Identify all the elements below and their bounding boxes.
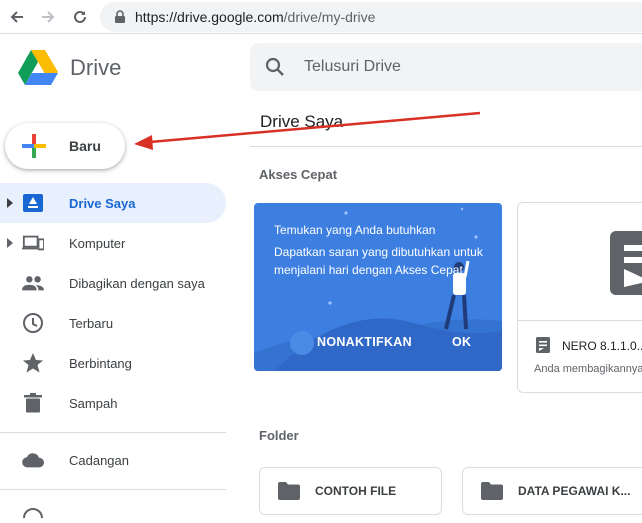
cloud-icon — [22, 449, 44, 471]
reload-icon[interactable] — [69, 6, 91, 28]
quick-access-file-card[interactable]: NERO 8.1.1.0... Anda membagikannya — [517, 202, 642, 393]
promo-title: Temukan yang Anda butuhkan — [274, 223, 436, 237]
shared-icon — [22, 272, 44, 294]
browser-toolbar: https://drive.google.com/drive/my-drive — [0, 0, 642, 34]
caret-right-icon[interactable] — [6, 198, 14, 208]
sidebar-item-computers[interactable]: Komputer — [0, 223, 226, 263]
sidebar-item-label: Komputer — [69, 235, 126, 251]
folder-name: CONTOH FILE — [315, 484, 397, 498]
file-name: NERO 8.1.1.0... — [562, 339, 642, 353]
title-divider — [250, 146, 642, 147]
folder-item[interactable]: CONTOH FILE — [259, 467, 442, 515]
search-bar[interactable]: Telusuri Drive — [250, 43, 642, 91]
search-icon[interactable] — [264, 56, 286, 78]
folder-name: DATA PEGAWAI K... — [518, 484, 631, 498]
plus-icon — [22, 134, 46, 158]
folder-icon — [278, 482, 300, 500]
sidebar-item-recent[interactable]: Terbaru — [0, 303, 226, 343]
sidebar-item-backup[interactable]: Cadangan — [0, 440, 226, 480]
sidebar-item-label: Drive Saya — [69, 195, 136, 211]
caret-right-icon[interactable] — [6, 238, 14, 248]
star-icon — [22, 352, 44, 374]
promo-body: Dapatkan saran yang dibutuhkan untuk men… — [274, 245, 483, 277]
clock-icon — [22, 312, 44, 334]
quick-access-heading: Akses Cepat — [259, 167, 338, 182]
sidebar-item-trash[interactable]: Sampah — [0, 383, 226, 423]
ok-button[interactable]: OK — [452, 335, 471, 349]
dismiss-button[interactable]: NONAKTIFKAN — [317, 335, 412, 349]
address-bar[interactable]: https://drive.google.com/drive/my-drive — [100, 2, 642, 32]
sidebar-divider — [0, 432, 226, 433]
folder-item[interactable]: DATA PEGAWAI K... — [462, 467, 642, 515]
new-button[interactable]: Baru — [5, 123, 125, 169]
brand-name[interactable]: Drive — [70, 55, 121, 81]
sidebar-item-starred[interactable]: Berbintang — [0, 343, 226, 383]
forward-icon[interactable] — [37, 6, 59, 28]
sidebar-item-label: Dibagikan dengan saya — [69, 275, 205, 291]
trash-icon — [22, 392, 44, 414]
search-input[interactable]: Telusuri Drive — [304, 58, 401, 76]
sidebar-item-label: Berbintang — [69, 355, 132, 371]
drive-logo-icon[interactable] — [18, 50, 58, 86]
computers-icon — [22, 232, 44, 254]
file-thumbnail — [518, 203, 642, 321]
sidebar-item-label: Terbaru — [69, 315, 114, 331]
file-type-icon — [536, 337, 550, 353]
document-icon — [610, 231, 642, 295]
url-path: /drive/my-drive — [283, 9, 376, 25]
sidebar-item-shared[interactable]: Dibagikan dengan saya — [0, 263, 226, 303]
file-subtitle: Anda membagikannya — [534, 363, 642, 375]
quick-access-promo-card: Temukan yang Anda butuhkan Dapatkan sara… — [254, 203, 502, 371]
sidebar-divider — [0, 489, 226, 490]
folder-heading: Folder — [259, 428, 299, 443]
sidebar-item-label: Cadangan — [69, 452, 129, 468]
back-icon[interactable] — [6, 6, 28, 28]
folder-icon — [481, 482, 503, 500]
sidebar-item-label: Sampah — [69, 395, 118, 411]
page-title[interactable]: Drive Saya — [260, 112, 343, 132]
url-scheme: https:// — [135, 9, 178, 25]
my-drive-icon — [22, 192, 44, 214]
new-button-label: Baru — [69, 138, 101, 154]
url-host: drive.google.com — [177, 9, 284, 25]
storage-icon — [22, 505, 44, 523]
sidebar-item-my-drive[interactable]: Drive Saya — [0, 183, 226, 223]
lock-icon — [115, 10, 125, 23]
